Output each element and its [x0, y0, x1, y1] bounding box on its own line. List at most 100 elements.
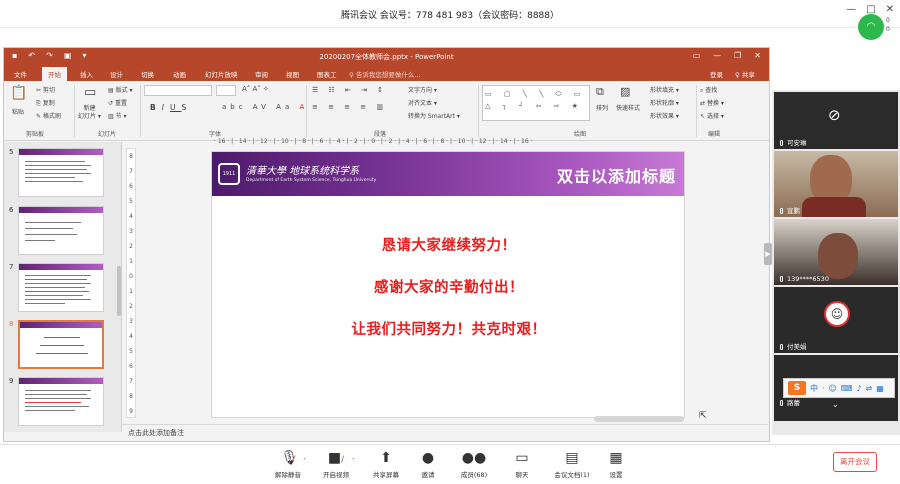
- smartart-button[interactable]: 转换为 SmartArt ▾: [408, 111, 460, 120]
- cut-button[interactable]: ✂ 剪切: [36, 85, 55, 94]
- slide-thumbnail-9[interactable]: [18, 377, 104, 426]
- new-slide-icon[interactable]: ▭: [84, 85, 96, 100]
- ime-voice-icon[interactable]: ♪: [856, 384, 861, 393]
- font-size-input[interactable]: [216, 85, 236, 96]
- ppt-restore-icon[interactable]: ❐: [734, 51, 741, 60]
- settings-button[interactable]: ▦ 设置: [592, 449, 640, 479]
- ribbon-divider: [696, 85, 697, 137]
- network-status-icon[interactable]: ◠: [858, 14, 884, 40]
- arrange-icon[interactable]: ⧉: [596, 85, 604, 99]
- chevron-down-icon[interactable]: ⌄: [832, 400, 839, 409]
- settings-icon: ▦: [609, 450, 623, 466]
- participant-tile[interactable]: 宣鹏: [774, 151, 898, 217]
- text-direction-button[interactable]: 文字方向 ▾: [408, 85, 437, 94]
- tab-home[interactable]: 开始: [42, 67, 67, 81]
- thumbnails-scrollbar[interactable]: [117, 266, 121, 316]
- ime-emoji-icon[interactable]: ☺: [829, 384, 837, 393]
- select-button[interactable]: ↖ 选择 ▾: [700, 111, 724, 120]
- tab-animations[interactable]: 动画: [173, 69, 186, 79]
- shape-outline-button[interactable]: 形状轮廓 ▾: [650, 98, 679, 107]
- participant-tile[interactable]: ⊘ 可安琳: [774, 92, 898, 149]
- slide-text-line-3[interactable]: 让我们共同努力！共克时艰！: [212, 318, 684, 339]
- section-button[interactable]: ▥ 节 ▾: [108, 111, 127, 120]
- replace-button[interactable]: ⇄ 替换 ▾: [700, 98, 724, 107]
- tab-chart-tools[interactable]: 图表工: [317, 69, 337, 79]
- tab-insert[interactable]: 插入: [80, 69, 93, 79]
- reset-button[interactable]: ↺ 重置: [108, 98, 127, 107]
- list-buttons[interactable]: ☰ ☷ ⇤ ⇥ ↕: [312, 86, 387, 94]
- slide-text-line-1[interactable]: 恳请大家继续努力！: [212, 234, 684, 255]
- slide-text-line-2[interactable]: 感谢大家的辛勤付出！: [212, 276, 684, 297]
- shape-effects-button[interactable]: 形状效果 ▾: [650, 111, 679, 120]
- tab-slideshow[interactable]: 幻灯片放映: [205, 69, 238, 79]
- align-text-button[interactable]: 对齐文本 ▾: [408, 98, 437, 107]
- notes-pane[interactable]: 点击此处添加备注: [122, 424, 768, 440]
- align-buttons[interactable]: ≡ ≡ ≡ ≡ ▥: [312, 103, 387, 111]
- quick-styles-button[interactable]: 快速样式: [616, 103, 640, 112]
- tab-view[interactable]: 视图: [286, 69, 299, 79]
- ime-toolbar[interactable]: S 中 · ☺ ⌨ ♪ ⇌ ▦: [783, 378, 895, 398]
- ribbon-display-icon[interactable]: ▭: [693, 51, 701, 60]
- login-link[interactable]: 登录: [710, 69, 723, 79]
- font-name-input[interactable]: [144, 85, 212, 96]
- meeting-docs-button[interactable]: ▤ 会议文档(1): [548, 449, 596, 479]
- ime-mode[interactable]: 中: [810, 383, 818, 394]
- tab-file[interactable]: 文件: [14, 69, 27, 79]
- powerpoint-window: ▪ ↶ ↷ ▣ ▾ 20200207全体教师会.pptx - PowerPoin…: [3, 47, 770, 442]
- layout-button[interactable]: ▤ 版式 ▾: [108, 85, 133, 94]
- share-button[interactable]: ♀ 共享: [735, 69, 755, 79]
- collapse-panel-arrow-icon[interactable]: ▶: [764, 243, 772, 265]
- slide-thumbnail-6[interactable]: [18, 206, 104, 255]
- slide-thumbnail-5[interactable]: [18, 148, 104, 197]
- ppt-close-icon[interactable]: ✕: [754, 51, 761, 60]
- slide-horizontal-scrollbar[interactable]: [594, 416, 684, 422]
- ppt-minimize-icon[interactable]: —: [713, 51, 721, 60]
- font-style-buttons[interactable]: BIUS: [150, 103, 192, 112]
- slide-thumbnail-8[interactable]: [18, 320, 104, 369]
- members-button[interactable]: ●● 成员(68): [450, 449, 498, 479]
- new-slide-button[interactable]: 新建 幻灯片 ▾: [78, 105, 101, 121]
- arrange-button[interactable]: 排列: [596, 103, 608, 112]
- close-icon[interactable]: ✕: [886, 4, 894, 15]
- video-options-chevron-icon[interactable]: ˄: [352, 458, 355, 465]
- participant-tile[interactable]: ☺ 付美娟: [774, 287, 898, 353]
- ime-menu-icon[interactable]: ▦: [876, 384, 884, 393]
- ime-switch-icon[interactable]: ⇌: [866, 384, 873, 393]
- slide-canvas[interactable]: 1911 清華大學 地球系统科学系 Department of Earth Sy…: [211, 151, 685, 418]
- paste-button[interactable]: 粘贴: [12, 107, 24, 116]
- leave-meeting-button[interactable]: 离开会议: [833, 452, 877, 472]
- group-label-slides: 幻灯片: [98, 131, 117, 138]
- chat-button[interactable]: ▭ 聊天: [498, 449, 546, 479]
- participant-tile[interactable]: 139****6530: [774, 219, 898, 285]
- ppt-window-title: 20200207全体教师会.pptx - PowerPoint: [319, 53, 454, 61]
- paste-icon[interactable]: 📋: [10, 85, 27, 101]
- quick-styles-icon[interactable]: ▨: [620, 85, 630, 98]
- slide-title-placeholder[interactable]: 双击以添加标题: [557, 163, 676, 187]
- font-size-buttons[interactable]: A˄ A˅ ✧: [242, 85, 269, 93]
- ruler-tick-label: 4: [129, 333, 133, 340]
- participant-name: 可安琳: [780, 137, 807, 147]
- find-button[interactable]: ⌕ 查找: [700, 85, 717, 95]
- invite-button[interactable]: ● 邀请: [404, 449, 452, 479]
- group-label-drawing: 绘图: [574, 131, 587, 138]
- format-painter-button[interactable]: ✎ 格式刷: [36, 111, 61, 120]
- participant-video-icon: [818, 233, 858, 279]
- ime-punct-icon[interactable]: ·: [822, 384, 825, 393]
- ribbon: 📋 粘贴 ✂ 剪切 ⎘ 复制 ✎ 格式刷 剪贴板 ▭ 新建 幻灯片 ▾ ▤ 版式…: [4, 81, 769, 141]
- group-label-font: 字体: [209, 131, 222, 138]
- shape-fill-button[interactable]: 形状填充 ▾: [650, 85, 679, 94]
- tab-design[interactable]: 设计: [110, 69, 123, 79]
- tab-review[interactable]: 审阅: [255, 69, 268, 79]
- tell-me-search[interactable]: ♀ 告诉我您想要做什么...: [349, 69, 421, 79]
- minimize-icon[interactable]: —: [846, 4, 856, 15]
- copy-button[interactable]: ⎘ 复制: [36, 98, 55, 108]
- slide-thumbnail-7[interactable]: [18, 263, 104, 312]
- audio-options-chevron-icon[interactable]: ˄: [303, 458, 306, 465]
- group-label-clipboard: 剪贴板: [26, 131, 45, 138]
- font-color-buttons[interactable]: abc AV Aa A: [222, 103, 308, 111]
- ime-keyboard-icon[interactable]: ⌨: [841, 384, 853, 393]
- tab-transitions[interactable]: 切换: [141, 69, 154, 79]
- share-screen-button[interactable]: ⬆ 共享屏幕: [362, 449, 410, 479]
- shape-gallery[interactable]: ▭ ▢ ╲ ╲ ⬭ ▭ △ ┐ ┘ ⇦ ⇨ ★: [482, 85, 590, 121]
- avatar: ☺: [824, 301, 850, 327]
